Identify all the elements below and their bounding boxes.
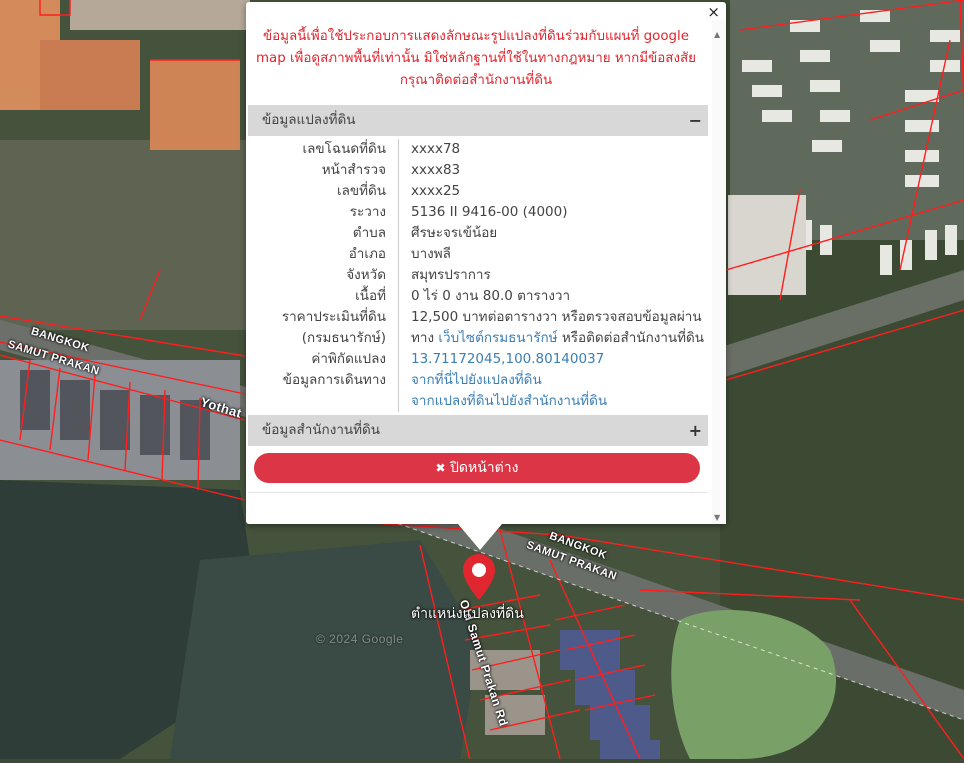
map-watermark: © 2024 Google: [316, 632, 404, 646]
coords-label: ค่าพิกัดแปลง: [248, 349, 399, 370]
parcel-info-row: ระวาง 5136 II 9416-00 (4000): [248, 202, 708, 223]
appraisal-prefix: ทาง: [411, 330, 439, 346]
parcel-info-value: xxxx83: [411, 162, 461, 178]
expand-icon[interactable]: +: [689, 415, 702, 446]
popup-tail: [458, 524, 502, 550]
close-window-button[interactable]: ✖ ปิดหน้าต่าง: [254, 453, 700, 483]
popup-scrollbar[interactable]: ▲ ▼: [712, 20, 726, 524]
parcel-info-label: เนื้อที่: [248, 286, 399, 307]
map-marker-icon[interactable]: [461, 552, 497, 602]
parcel-info-label: เลขโฉนดที่ดิน: [248, 139, 399, 160]
scroll-down-icon[interactable]: ▼: [714, 513, 720, 522]
popup-divider: [248, 492, 708, 493]
directions-row: ข้อมูลการเดินทาง จากที่นี่ไปยังแปลงที่ดิ…: [248, 370, 708, 412]
parcel-info-row: เลขที่ดิน xxxx25: [248, 181, 708, 202]
appraisal-label: ราคาประเมินที่ดิน: [281, 309, 386, 325]
coords-link[interactable]: 13.71172045,100.80140037: [411, 351, 604, 367]
directions-label: ข้อมูลการเดินทาง: [248, 370, 399, 412]
parcel-info-row: เลขโฉนดที่ดิน xxxx78: [248, 139, 708, 160]
popup-close-icon[interactable]: ×: [707, 3, 720, 21]
parcel-info-label: หน้าสำรวจ: [248, 160, 399, 181]
parcel-info-label: ตำบล: [248, 223, 399, 244]
popup-scroll-area[interactable]: ข้อมูลนี้เพื่อใช้ประกอบการแสดงลักษณะรูปแ…: [246, 20, 726, 524]
office-section-title: ข้อมูลสำนักงานที่ดิน: [262, 422, 381, 438]
parcel-info-value: xxxx78: [411, 141, 461, 157]
appraisal-row: ราคาประเมินที่ดิน (กรมธนารักษ์) 12,500 บ…: [248, 307, 708, 349]
marker-label: ตำแหน่งแปลงที่ดิน: [411, 606, 524, 622]
parcel-info-row: จังหวัด สมุทรปราการ: [248, 265, 708, 286]
parcel-info-value: ศีรษะจรเข้น้อย: [411, 225, 498, 241]
parcel-info-label: อำเภอ: [248, 244, 399, 265]
parcel-info-popup: × ข้อมูลนี้เพื่อใช้ประกอบการแสดงลักษณะรู…: [246, 2, 726, 524]
parcel-info-value: 0 ไร่ 0 งาน 80.0 ตารางวา: [411, 288, 571, 304]
parcel-info-value: xxxx25: [411, 183, 461, 199]
close-window-label: ปิดหน้าต่าง: [450, 460, 519, 476]
parcel-info-value: สมุทรปราการ: [411, 267, 491, 283]
collapse-icon[interactable]: −: [689, 105, 702, 136]
appraisal-suffix: หรือติดต่อสำนักงานที่ดิน: [557, 330, 705, 346]
parcel-info-label: เลขที่ดิน: [248, 181, 399, 202]
coords-row: ค่าพิกัดแปลง 13.71172045,100.80140037: [248, 349, 708, 370]
treasury-website-link[interactable]: เว็บไซต์กรมธนารักษ์: [438, 330, 557, 346]
directions-to-parcel-link[interactable]: จากที่นี่ไปยังแปลงที่ดิน: [411, 370, 708, 391]
parcel-info-row: เนื้อที่ 0 ไร่ 0 งาน 80.0 ตารางวา: [248, 286, 708, 307]
parcel-info-label: ระวาง: [248, 202, 399, 223]
appraisal-label-sub: (กรมธนารักษ์): [301, 330, 386, 346]
parcel-info-value: 5136 II 9416-00 (4000): [411, 204, 568, 220]
parcel-info-value: บางพลี: [411, 246, 451, 262]
appraisal-value: 12,500 บาทต่อตารางวา หรือตรวจสอบข้อมูลผ่…: [411, 309, 702, 325]
parcel-info-row: อำเภอ บางพลี: [248, 244, 708, 265]
disclaimer-notice: ข้อมูลนี้เพื่อใช้ประกอบการแสดงลักษณะรูปแ…: [255, 29, 697, 88]
scroll-up-icon[interactable]: ▲: [714, 30, 720, 39]
close-icon: ✖: [435, 461, 446, 475]
parcel-section-title: ข้อมูลแปลงที่ดิน: [262, 112, 356, 128]
office-section-header[interactable]: ข้อมูลสำนักงานที่ดิน +: [248, 415, 708, 446]
parcel-info-row: ตำบล ศีรษะจรเข้น้อย: [248, 223, 708, 244]
parcel-info-label: จังหวัด: [248, 265, 399, 286]
directions-to-office-link[interactable]: จากแปลงที่ดินไปยังสำนักงานที่ดิน: [411, 391, 708, 412]
parcel-info-table: เลขโฉนดที่ดิน xxxx78 หน้าสำรวจ xxxx83 เลขที่…: [248, 139, 708, 412]
parcel-section-header[interactable]: ข้อมูลแปลงที่ดิน −: [248, 105, 708, 136]
parcel-info-row: หน้าสำรวจ xxxx83: [248, 160, 708, 181]
